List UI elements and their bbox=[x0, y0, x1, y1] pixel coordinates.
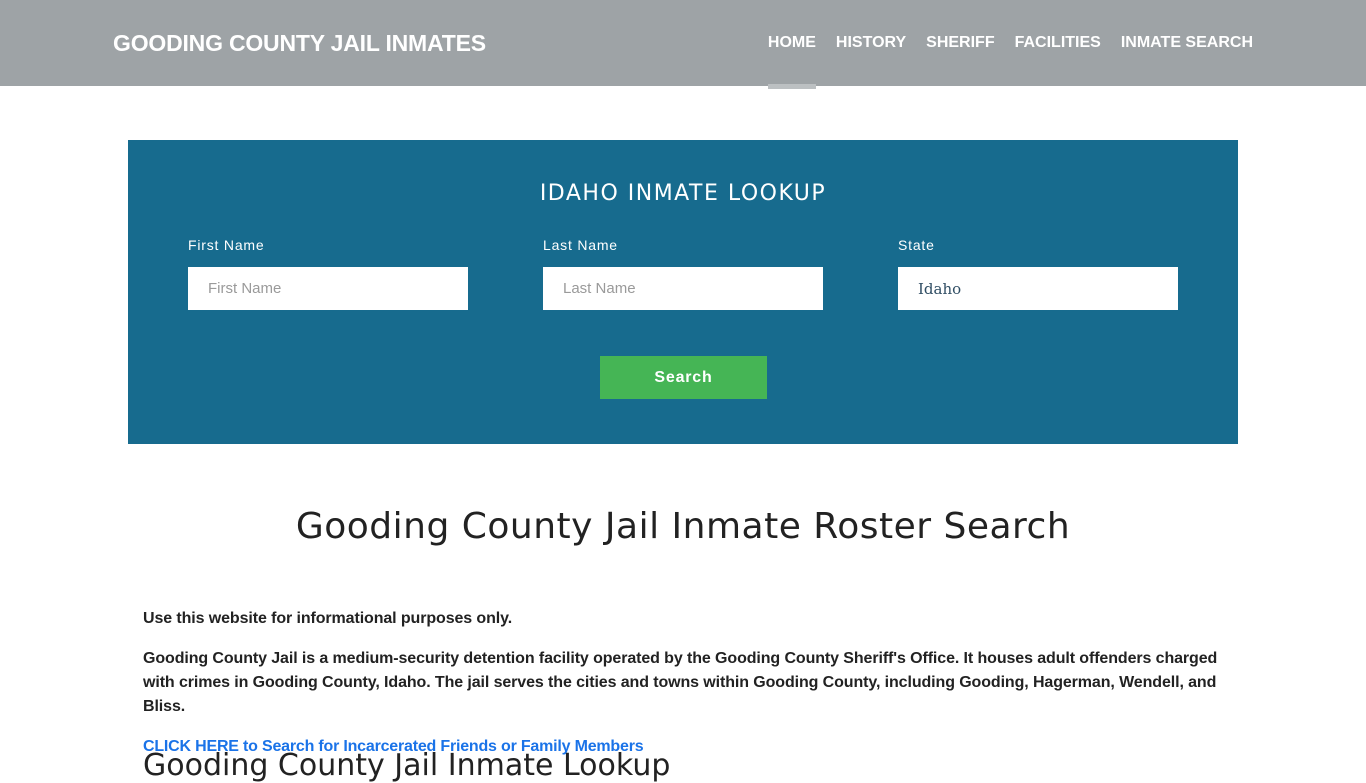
top-navbar: GOODING COUNTY JAIL INMATES HOME HISTORY… bbox=[0, 0, 1366, 89]
last-name-group: Last Name bbox=[543, 237, 823, 310]
last-name-label: Last Name bbox=[543, 237, 618, 253]
nav-item-sheriff[interactable]: SHERIFF bbox=[926, 0, 994, 86]
first-name-label: First Name bbox=[188, 237, 265, 253]
main-nav: HOME HISTORY SHERIFF FACILITIES INMATE S… bbox=[748, 0, 1253, 89]
section-heading: Gooding County Jail Inmate Lookup bbox=[143, 748, 671, 783]
site-brand-link[interactable]: GOODING COUNTY JAIL INMATES bbox=[113, 30, 486, 57]
nav-item-facilities[interactable]: FACILITIES bbox=[1015, 0, 1101, 86]
search-button[interactable]: Search bbox=[600, 356, 767, 399]
main-content: Use this website for informational purpo… bbox=[143, 607, 1223, 759]
state-input[interactable] bbox=[898, 267, 1178, 310]
last-name-input[interactable] bbox=[543, 267, 823, 310]
first-name-group: First Name bbox=[188, 237, 468, 310]
state-group: State bbox=[898, 237, 1178, 310]
page-title: Gooding County Jail Inmate Roster Search bbox=[295, 506, 1071, 547]
nav-item-history[interactable]: HISTORY bbox=[836, 0, 906, 86]
nav-item-home[interactable]: HOME bbox=[767, 0, 816, 89]
state-label: State bbox=[898, 237, 935, 253]
nav-item-inmate-search[interactable]: INMATE SEARCH bbox=[1121, 0, 1253, 86]
first-name-input[interactable] bbox=[188, 267, 468, 310]
description-text: Gooding County Jail is a medium-security… bbox=[143, 650, 1218, 715]
lookup-title: IDAHO INMATE LOOKUP bbox=[539, 181, 827, 206]
inmate-lookup-panel: IDAHO INMATE LOOKUP First Name Last Name… bbox=[128, 140, 1238, 444]
disclaimer-text: Use this website for informational purpo… bbox=[143, 610, 513, 627]
